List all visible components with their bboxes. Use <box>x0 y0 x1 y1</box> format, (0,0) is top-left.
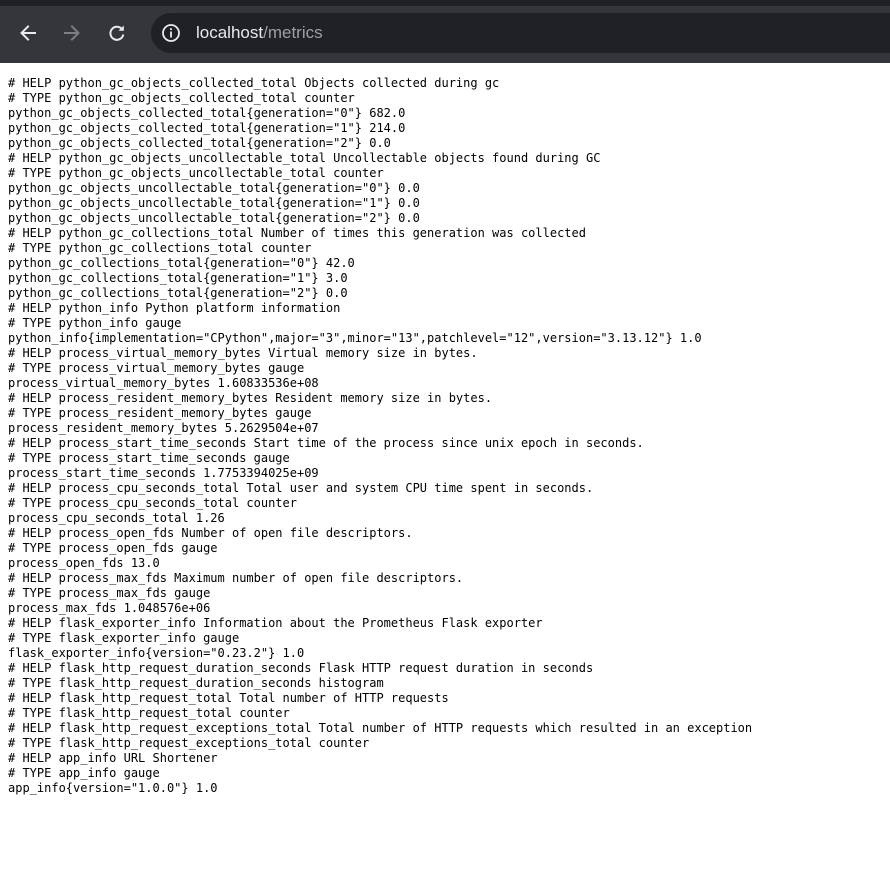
metrics-line: python_gc_objects_collected_total{genera… <box>8 106 406 120</box>
arrow-right-icon <box>64 25 80 41</box>
metrics-line: # HELP process_cpu_seconds_total Total u… <box>8 481 594 495</box>
metrics-line: # HELP python_gc_collections_total Numbe… <box>8 226 586 240</box>
metrics-line: python_gc_objects_uncollectable_total{ge… <box>8 181 420 195</box>
metrics-line: app_info{version="1.0.0"} 1.0 <box>8 781 218 795</box>
metrics-line: # TYPE process_cpu_seconds_total counter <box>8 496 297 510</box>
metrics-line: # HELP python_info Python platform infor… <box>8 301 341 315</box>
metrics-line: flask_exporter_info{version="0.23.2"} 1.… <box>8 646 305 660</box>
metrics-line: # HELP app_info URL Shortener <box>8 751 218 765</box>
metrics-line: # TYPE process_virtual_memory_bytes gaug… <box>8 361 305 375</box>
metrics-line: # HELP process_virtual_memory_bytes Virt… <box>8 346 478 360</box>
metrics-line: python_gc_objects_uncollectable_total{ge… <box>8 196 420 210</box>
metrics-line: # TYPE process_resident_memory_bytes gau… <box>8 406 312 420</box>
metrics-line: python_gc_collections_total{generation="… <box>8 271 348 285</box>
metrics-line: # TYPE process_open_fds gauge <box>8 541 218 555</box>
arrow-left-icon <box>20 25 36 41</box>
metrics-line: # TYPE flask_exporter_info gauge <box>8 631 240 645</box>
metrics-line: # HELP process_open_fds Number of open f… <box>8 526 413 540</box>
back-button[interactable] <box>12 17 44 49</box>
metrics-line: # HELP flask_http_request_exceptions_tot… <box>8 721 753 735</box>
metrics-line: # TYPE python_gc_objects_uncollectable_t… <box>8 166 384 180</box>
metrics-line: # TYPE python_gc_collections_total count… <box>8 241 312 255</box>
metrics-line: process_resident_memory_bytes 5.2629504e… <box>8 421 319 435</box>
metrics-line: # HELP process_max_fds Maximum number of… <box>8 571 464 585</box>
reload-button[interactable] <box>101 17 133 49</box>
browser-toolbar: localhost/metrics <box>0 0 890 63</box>
metrics-line: process_max_fds 1.048576e+06 <box>8 601 211 615</box>
metrics-line: # HELP process_start_time_seconds Start … <box>8 436 644 450</box>
metrics-line: # HELP python_gc_objects_collected_total… <box>8 76 500 90</box>
metrics-line: python_gc_objects_collected_total{genera… <box>8 121 406 135</box>
metrics-line: python_gc_objects_collected_total{genera… <box>8 136 391 150</box>
metrics-line: # TYPE python_info gauge <box>8 316 182 330</box>
metrics-line: process_start_time_seconds 1.7753394025e… <box>8 466 319 480</box>
metrics-line: process_virtual_memory_bytes 1.60833536e… <box>8 376 319 390</box>
metrics-line: python_info{implementation="CPython",maj… <box>8 331 702 345</box>
metrics-line: # HELP python_gc_objects_uncollectable_t… <box>8 151 601 165</box>
metrics-line: # HELP flask_exporter_info Information a… <box>8 616 543 630</box>
metrics-line: # TYPE process_max_fds gauge <box>8 586 211 600</box>
metrics-line: # HELP flask_http_request_total Total nu… <box>8 691 449 705</box>
url-text[interactable]: localhost/metrics <box>196 22 323 44</box>
metrics-line: python_gc_objects_uncollectable_total{ge… <box>8 211 420 225</box>
metrics-line: process_open_fds 13.0 <box>8 556 160 570</box>
metrics-line: # TYPE python_gc_objects_collected_total… <box>8 91 355 105</box>
url-host: localhost <box>196 23 264 42</box>
metrics-line: python_gc_collections_total{generation="… <box>8 256 355 270</box>
address-bar[interactable]: localhost/metrics <box>151 13 890 53</box>
metrics-line: # TYPE app_info gauge <box>8 766 160 780</box>
metrics-text: # HELP python_gc_objects_collected_total… <box>8 76 752 796</box>
metrics-line: # TYPE flask_http_request_duration_secon… <box>8 676 384 690</box>
metrics-line: process_cpu_seconds_total 1.26 <box>8 511 225 525</box>
metrics-line: # TYPE flask_http_request_total counter <box>8 706 290 720</box>
metrics-line: python_gc_collections_total{generation="… <box>8 286 348 300</box>
metrics-line: # HELP flask_http_request_duration_secon… <box>8 661 594 675</box>
url-path: /metrics <box>263 23 323 42</box>
metrics-line: # HELP process_resident_memory_bytes Res… <box>8 391 493 405</box>
info-icon[interactable] <box>160 22 182 44</box>
reload-icon <box>109 25 125 41</box>
forward-button[interactable] <box>56 17 88 49</box>
metrics-line: # TYPE flask_http_request_exceptions_tot… <box>8 736 370 750</box>
metrics-line: # TYPE process_start_time_seconds gauge <box>8 451 290 465</box>
